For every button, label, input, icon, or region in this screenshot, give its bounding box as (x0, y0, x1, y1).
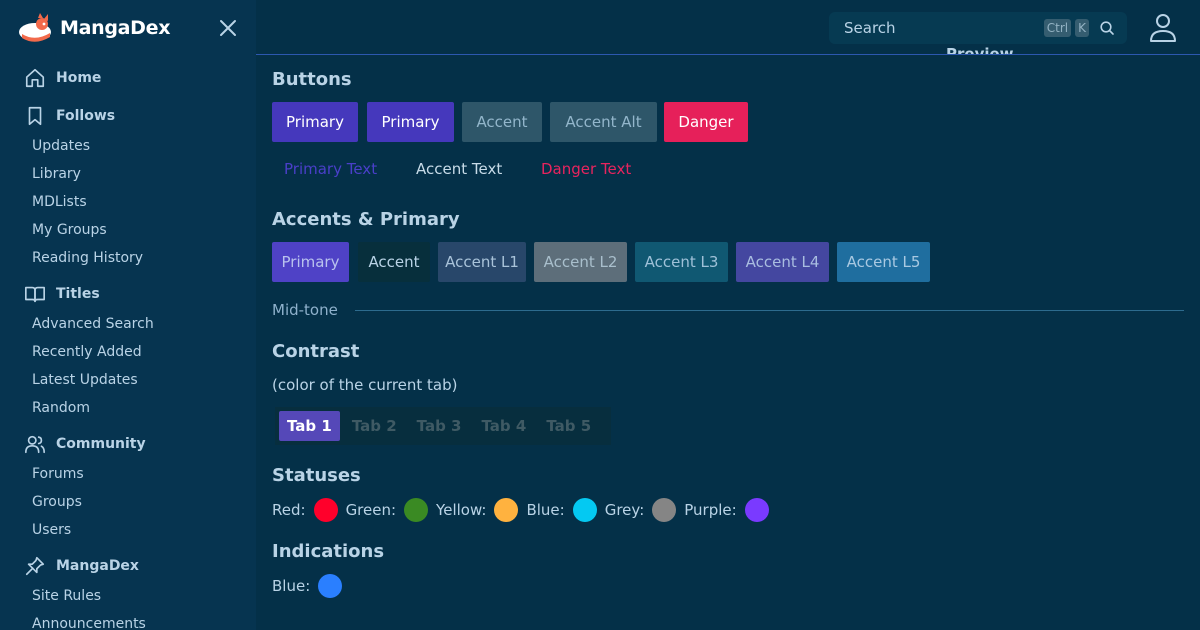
sidebar-item-my-groups[interactable]: My Groups (0, 216, 256, 244)
sidebar-section-follows[interactable]: Follows (0, 100, 256, 132)
search-placeholder: Search (844, 19, 896, 37)
sidebar-section-mangadex[interactable]: MangaDex (0, 550, 256, 582)
primary-button-2[interactable]: Primary (367, 102, 454, 142)
pin-icon (25, 556, 45, 576)
indication-list: Blue: (272, 574, 350, 598)
danger-text-button[interactable]: Danger Text (541, 160, 631, 178)
brand[interactable]: MangaDex (18, 12, 171, 44)
status-green-dot (404, 498, 429, 522)
indications-heading: Indications (272, 541, 385, 562)
swatch-primary[interactable]: Primary (272, 242, 349, 282)
sidebar-item-announcements[interactable]: Announcements (0, 610, 256, 630)
sidebar-item-updates[interactable]: Updates (0, 132, 256, 160)
sidebar-section-label: Home (56, 70, 102, 86)
status-purple-label: Purple: (684, 501, 737, 519)
book-open-icon (25, 286, 45, 303)
sidebar-item-reading-history[interactable]: Reading History (0, 244, 256, 272)
sidebar-section-community[interactable]: Community (0, 428, 256, 460)
status-blue-dot (572, 498, 597, 522)
swatch-accent-l4[interactable]: Accent L4 (736, 242, 829, 282)
midtone-divider (355, 310, 1184, 311)
sidebar-item-mdlists[interactable]: MDLists (0, 188, 256, 216)
status-purple-dot (744, 498, 769, 522)
sidebar-item-random[interactable]: Random (0, 394, 256, 422)
swatch-accent-l3[interactable]: Accent L3 (635, 242, 728, 282)
shortcut-ctrl-key: Ctrl (1043, 19, 1072, 37)
bookmark-icon (28, 106, 42, 126)
sidebar-item-groups[interactable]: Groups (0, 488, 256, 516)
accent-button[interactable]: Accent (462, 102, 542, 142)
sidebar-section-label: MangaDex (56, 558, 139, 574)
swatch-accent[interactable]: Accent (358, 242, 430, 282)
indication-blue-dot (318, 574, 343, 598)
status-grey-label: Grey: (604, 501, 645, 519)
sidebar-item-site-rules[interactable]: Site Rules (0, 582, 256, 610)
contrast-tab-bar: Tab 1 Tab 2 Tab 3 Tab 4 Tab 5 (275, 407, 611, 445)
contrast-subtitle: (color of the current tab) (272, 376, 458, 394)
status-blue-label: Blue: (526, 501, 565, 519)
danger-button[interactable]: Danger (664, 102, 748, 142)
tab-3[interactable]: Tab 3 (409, 411, 470, 441)
user-avatar-icon[interactable] (1148, 12, 1178, 44)
buttons-heading: Buttons (272, 69, 352, 90)
status-red-label: Red: (272, 501, 306, 519)
tab-1[interactable]: Tab 1 (279, 411, 340, 441)
search-icon[interactable] (1099, 20, 1115, 36)
status-green-label: Green: (345, 501, 397, 519)
sidebar-section-titles[interactable]: Titles (0, 278, 256, 310)
sidebar-item-users[interactable]: Users (0, 516, 256, 544)
sidebar-item-recently-added[interactable]: Recently Added (0, 338, 256, 366)
shortcut-k-key: K (1075, 19, 1089, 37)
accents-heading: Accents & Primary (272, 209, 460, 230)
sidebar-section-label: Titles (56, 286, 100, 302)
swatch-accent-l5[interactable]: Accent L5 (837, 242, 930, 282)
home-icon (25, 68, 45, 88)
tab-2[interactable]: Tab 2 (344, 411, 405, 441)
swatch-accent-l2[interactable]: Accent L2 (534, 242, 627, 282)
accent-text-button[interactable]: Accent Text (416, 160, 502, 178)
mangadex-logo-icon (19, 13, 51, 42)
status-yellow-label: Yellow: (436, 501, 487, 519)
sidebar: MangaDex Home Follows Updates Library MD… (0, 0, 256, 630)
statuses-heading: Statuses (272, 465, 361, 486)
sidebar-item-advanced-search[interactable]: Advanced Search (0, 310, 256, 338)
top-header: Preview Search Ctrl K (256, 0, 1200, 55)
sidebar-item-library[interactable]: Library (0, 160, 256, 188)
contrast-heading: Contrast (272, 341, 360, 362)
sidebar-nav: Home Follows Updates Library MDLists My … (0, 62, 256, 630)
sidebar-section-label: Follows (56, 108, 116, 124)
status-grey-dot (652, 498, 677, 522)
close-sidebar-icon[interactable] (217, 17, 239, 39)
brand-name: MangaDex (60, 17, 171, 39)
status-list: Red: Green: Yellow: Blue: Grey: Purple: (272, 498, 777, 522)
tab-4[interactable]: Tab 4 (473, 411, 534, 441)
primary-button-1[interactable]: Primary (272, 102, 358, 142)
sidebar-section-home[interactable]: Home (0, 62, 256, 94)
sidebar-item-latest-updates[interactable]: Latest Updates (0, 366, 256, 394)
search-input[interactable]: Search Ctrl K (829, 12, 1127, 44)
users-icon (25, 435, 45, 454)
status-red-dot (313, 498, 338, 522)
indication-blue-label: Blue: (272, 577, 311, 595)
tab-5[interactable]: Tab 5 (538, 411, 599, 441)
status-yellow-dot (494, 498, 519, 522)
primary-text-button[interactable]: Primary Text (284, 160, 377, 178)
accent-alt-button[interactable]: Accent Alt (550, 102, 657, 142)
midtone-label: Mid-tone (272, 301, 338, 319)
swatch-accent-l1[interactable]: Accent L1 (438, 242, 526, 282)
sidebar-item-forums[interactable]: Forums (0, 460, 256, 488)
sidebar-section-label: Community (56, 436, 146, 452)
